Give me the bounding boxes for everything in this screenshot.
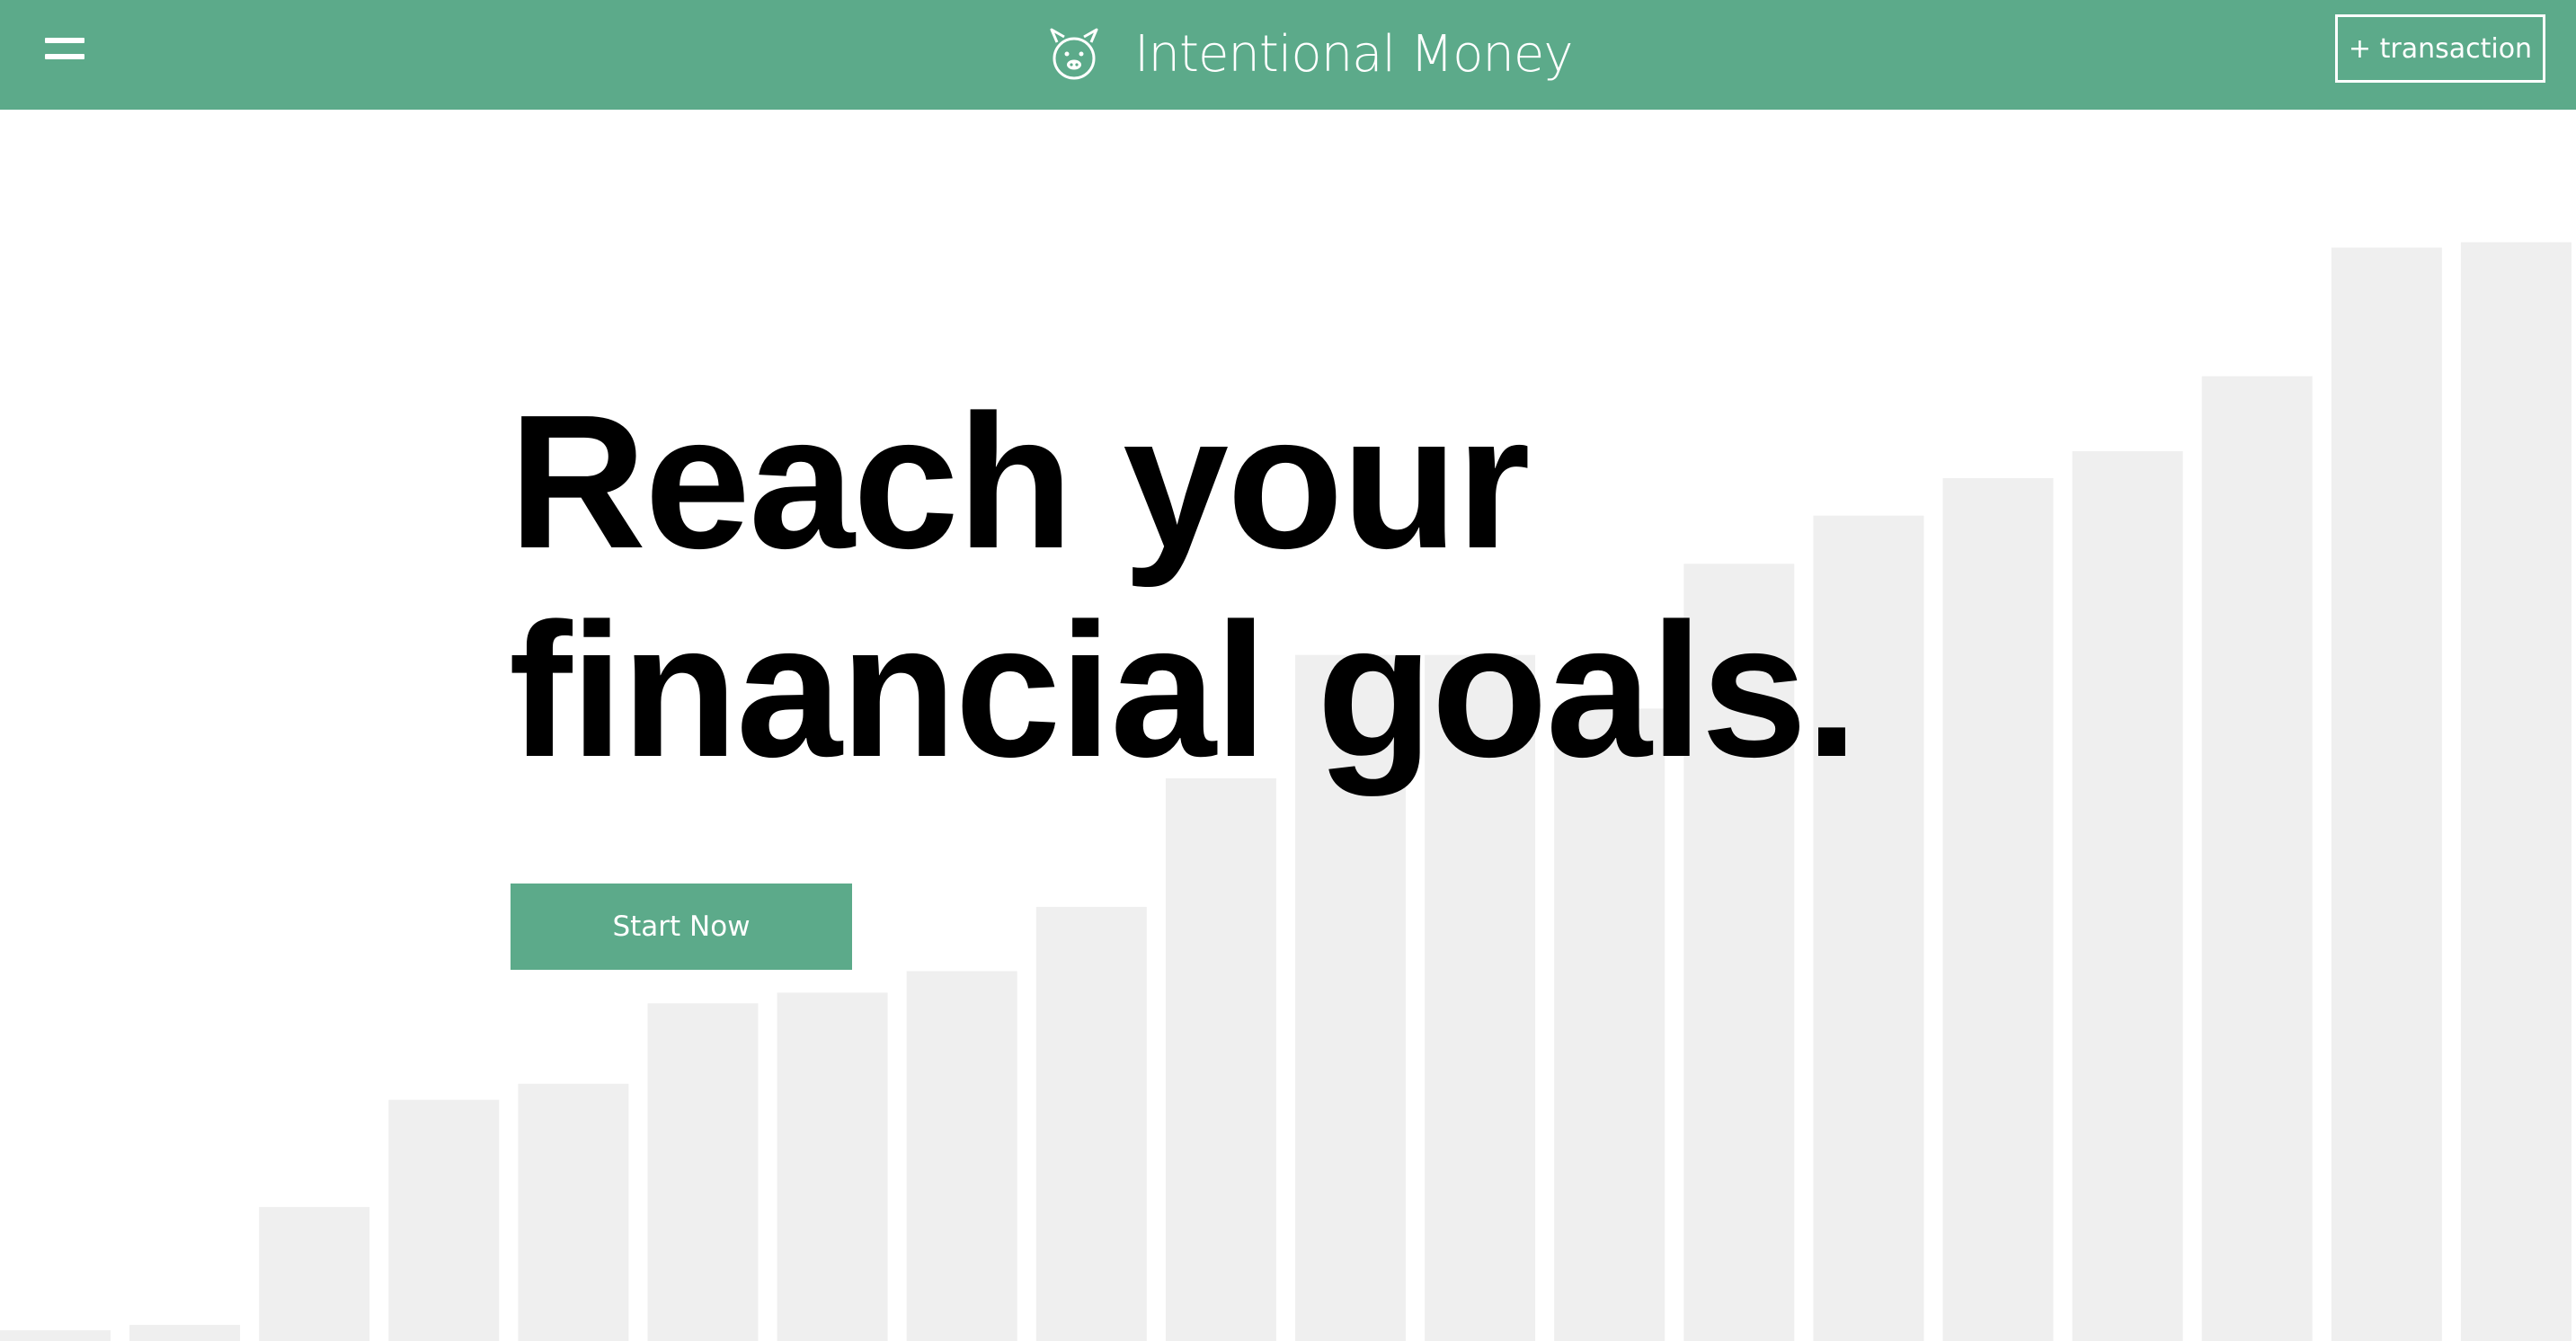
background-bar bbox=[1165, 777, 1276, 1341]
background-bar bbox=[1035, 907, 1147, 1341]
background-bar bbox=[1554, 708, 1666, 1341]
hamburger-menu-icon[interactable] bbox=[45, 34, 84, 61]
headline-line-1: Reach your bbox=[509, 375, 1531, 588]
background-bar bbox=[2201, 376, 2313, 1341]
background-bar bbox=[2331, 247, 2442, 1341]
background-bar bbox=[777, 992, 888, 1341]
start-now-button[interactable]: Start Now bbox=[511, 884, 852, 970]
menu-icon-line-bottom bbox=[45, 54, 84, 59]
background-bar bbox=[1942, 477, 2054, 1341]
background-bar bbox=[129, 1325, 241, 1341]
background-bar bbox=[2072, 451, 2183, 1341]
headline-line-2: financial goals. bbox=[509, 583, 1859, 796]
background-bar bbox=[518, 1083, 629, 1341]
hero-headline: Reach your financial goals. bbox=[509, 375, 1859, 796]
background-bar bbox=[388, 1099, 500, 1341]
app-title: Intentional Money bbox=[1134, 24, 1574, 84]
background-bar bbox=[2460, 242, 2572, 1341]
top-navigation-bar: Intentional Money + transaction bbox=[0, 0, 2576, 110]
background-bar bbox=[259, 1206, 370, 1341]
background-bar bbox=[647, 1003, 759, 1341]
brand[interactable]: Intentional Money bbox=[1043, 18, 1574, 90]
add-transaction-button[interactable]: + transaction bbox=[2335, 14, 2545, 83]
menu-icon-line-top bbox=[45, 38, 84, 43]
pig-icon bbox=[1050, 28, 1098, 80]
background-bar bbox=[0, 1330, 111, 1341]
background-bar bbox=[906, 971, 1017, 1341]
